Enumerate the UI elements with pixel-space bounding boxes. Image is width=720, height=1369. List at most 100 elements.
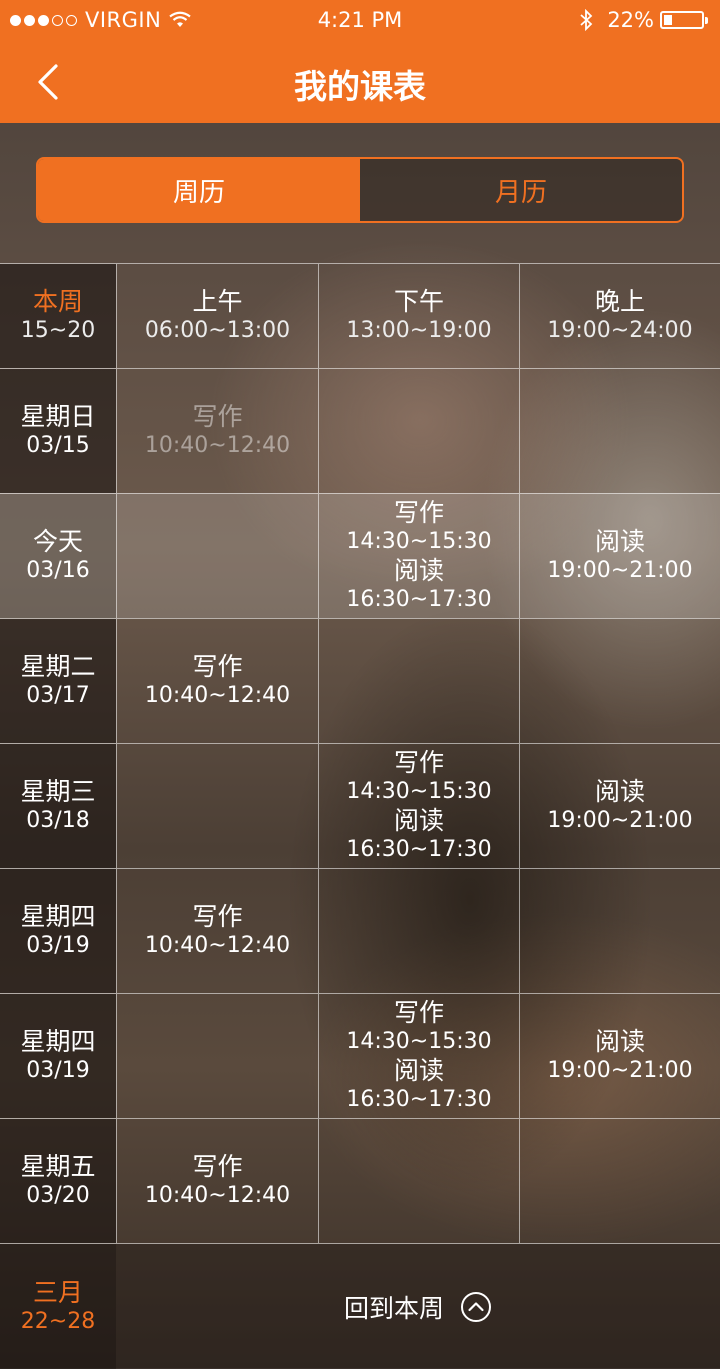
evening-slot[interactable]: [519, 369, 720, 493]
evening-slot[interactable]: [519, 869, 720, 993]
day-date: 03/15: [26, 433, 90, 458]
battery-percent: 22%: [607, 8, 654, 32]
current-week-label: 本周: [32, 287, 83, 316]
afternoon-slot[interactable]: 写作 14:30~15:30 阅读 16:30~17:30: [318, 744, 519, 868]
day-cell: 今天 03/16: [0, 494, 116, 618]
schedule-row: 星期二 03/17 写作 10:40~12:40: [0, 618, 720, 743]
navigation-bar: 我的课表: [0, 40, 720, 123]
day-name: 星期四: [20, 902, 96, 931]
day-cell: 星期三 03/18: [0, 744, 116, 868]
schedule-row: 星期五 03/20 写作 10:40~12:40: [0, 1118, 720, 1243]
course-time: 14:30~15:30: [346, 529, 492, 554]
course-time: 19:00~21:00: [547, 808, 693, 833]
evening-slot[interactable]: 阅读 19:00~21:00: [519, 494, 720, 618]
chevron-up-circle-icon: [461, 1291, 491, 1322]
tab-week-calendar[interactable]: 周历: [38, 159, 360, 221]
bluetooth-icon: [580, 9, 593, 31]
day-name: 今天: [32, 527, 83, 556]
course-time: 10:40~12:40: [144, 683, 291, 708]
current-week-range: 15~20: [20, 318, 96, 343]
day-cell: 星期四 03/19: [0, 994, 116, 1118]
evening-slot[interactable]: [519, 619, 720, 743]
battery-level: [664, 15, 672, 25]
course-time: 14:30~15:30: [346, 1029, 492, 1054]
course-name: 阅读: [393, 556, 444, 585]
course-name: 写作: [192, 652, 243, 681]
course-time: 16:30~17:30: [346, 587, 492, 612]
battery-icon: [660, 11, 708, 29]
course-name: 写作: [192, 902, 243, 931]
afternoon-slot[interactable]: 写作 14:30~15:30 阅读 16:30~17:30: [318, 494, 519, 618]
afternoon-slot[interactable]: 写作 14:30~15:30 阅读 16:30~17:30: [318, 994, 519, 1118]
course-time: 10:40~12:40: [144, 1183, 291, 1208]
course-time: 10:40~12:40: [144, 433, 291, 458]
afternoon-slot[interactable]: [318, 1119, 519, 1243]
next-month-cell[interactable]: 三月 22~28: [0, 1244, 116, 1369]
morning-header: 上午 06:00~13:00: [116, 264, 318, 368]
back-to-this-week-label: 回到本周: [343, 1293, 444, 1323]
day-date: 03/18: [26, 808, 90, 833]
course-time: 19:00~21:00: [547, 1058, 693, 1083]
afternoon-slot[interactable]: [318, 369, 519, 493]
day-cell: 星期二 03/17: [0, 619, 116, 743]
month-range: 22~28: [20, 1308, 96, 1334]
evening-slot[interactable]: 阅读 19:00~21:00: [519, 744, 720, 868]
course-name: 写作: [393, 498, 444, 527]
course-name: 写作: [192, 1152, 243, 1181]
evening-slot[interactable]: [519, 1119, 720, 1243]
course-time: 10:40~12:40: [144, 933, 291, 958]
afternoon-slot[interactable]: [318, 869, 519, 993]
morning-slot[interactable]: 写作 10:40~12:40: [116, 619, 318, 743]
course-name: 阅读: [594, 1027, 645, 1056]
schedule-header-row: 本周 15~20 上午 06:00~13:00 下午 13:00~19:00 晚…: [0, 263, 720, 368]
day-date: 03/20: [26, 1183, 90, 1208]
evening-label: 晚上: [594, 287, 645, 316]
afternoon-header: 下午 13:00~19:00: [318, 264, 519, 368]
evening-slot[interactable]: 阅读 19:00~21:00: [519, 994, 720, 1118]
schedule-grid: 本周 15~20 上午 06:00~13:00 下午 13:00~19:00 晚…: [0, 263, 720, 1243]
current-week-cell[interactable]: 本周 15~20: [0, 264, 116, 368]
course-time: 19:00~21:00: [547, 558, 693, 583]
morning-time: 06:00~13:00: [144, 318, 291, 343]
tab-month-calendar[interactable]: 月历: [360, 159, 682, 221]
morning-slot[interactable]: [116, 994, 318, 1118]
calendar-view-toggle: 周历 月历: [36, 157, 684, 223]
course-name: 写作: [393, 998, 444, 1027]
course-time: 16:30~17:30: [346, 1087, 492, 1112]
day-date: 03/19: [26, 933, 90, 958]
schedule-row: 星期四 03/19 写作 14:30~15:30 阅读 16:30~17:30 …: [0, 993, 720, 1118]
day-name: 星期日: [20, 402, 96, 431]
course-name: 阅读: [393, 806, 444, 835]
day-cell: 星期四 03/19: [0, 869, 116, 993]
month-label: 三月: [32, 1277, 83, 1307]
day-cell: 星期日 03/15: [0, 369, 116, 493]
afternoon-label: 下午: [393, 287, 444, 316]
schedule-row-today: 今天 03/16 写作 14:30~15:30 阅读 16:30~17:30 阅…: [0, 493, 720, 618]
course-name: 写作: [192, 402, 243, 431]
evening-time: 19:00~24:00: [547, 318, 693, 343]
morning-slot[interactable]: [116, 744, 318, 868]
back-to-this-week-button[interactable]: 回到本周: [116, 1244, 720, 1369]
morning-slot[interactable]: 写作 10:40~12:40: [116, 1119, 318, 1243]
morning-slot[interactable]: 写作 10:40~12:40: [116, 869, 318, 993]
course-name: 写作: [393, 748, 444, 777]
morning-slot[interactable]: [116, 494, 318, 618]
status-bar: VIRGIN 4:21 PM 22%: [0, 0, 720, 40]
schedule-row: 星期三 03/18 写作 14:30~15:30 阅读 16:30~17:30 …: [0, 743, 720, 868]
afternoon-slot[interactable]: [318, 619, 519, 743]
day-name: 星期三: [20, 777, 96, 806]
afternoon-time: 13:00~19:00: [346, 318, 492, 343]
morning-label: 上午: [192, 287, 243, 316]
course-time: 16:30~17:30: [346, 837, 492, 862]
course-name: 阅读: [594, 777, 645, 806]
course-name: 阅读: [594, 527, 645, 556]
morning-slot[interactable]: 写作 10:40~12:40: [116, 369, 318, 493]
day-name: 星期二: [20, 652, 96, 681]
course-name: 阅读: [393, 1056, 444, 1085]
day-name: 星期四: [20, 1027, 96, 1056]
day-date: 03/17: [26, 683, 90, 708]
page-title: 我的课表: [294, 67, 426, 106]
schedule-row: 星期日 03/15 写作 10:40~12:40: [0, 368, 720, 493]
schedule-row: 星期四 03/19 写作 10:40~12:40: [0, 868, 720, 993]
course-time: 14:30~15:30: [346, 779, 492, 804]
